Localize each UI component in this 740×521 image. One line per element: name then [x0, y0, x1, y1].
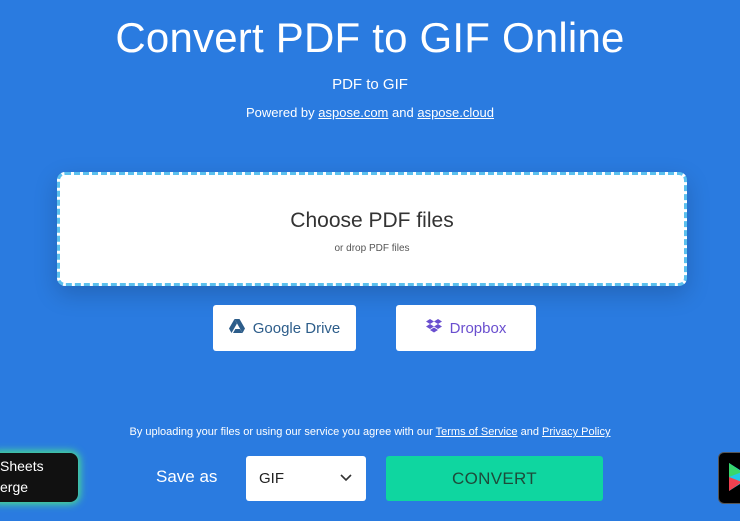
powered-and: and: [392, 105, 414, 120]
convert-button[interactable]: CONVERT: [386, 456, 603, 501]
aspose-cloud-link[interactable]: aspose.cloud: [417, 105, 494, 120]
powered-prefix: Powered by: [246, 105, 315, 120]
promo-badge-left[interactable]: Sheets erge: [0, 453, 78, 502]
dropbox-icon: [425, 319, 442, 337]
terms-of-service-link[interactable]: Terms of Service: [436, 426, 518, 438]
google-drive-label: Google Drive: [252, 319, 341, 337]
terms-notice: By uploading your files or using our ser…: [0, 426, 740, 438]
powered-by: Powered by aspose.com and aspose.cloud: [0, 105, 740, 120]
page-subtitle: PDF to GIF: [332, 76, 408, 93]
google-drive-icon: [228, 319, 245, 337]
output-format-select[interactable]: GIF: [246, 456, 366, 501]
dropbox-button[interactable]: Dropbox: [396, 305, 536, 351]
drop-files-hint: or drop PDF files: [334, 243, 410, 254]
google-drive-button[interactable]: Google Drive: [213, 305, 356, 351]
chevron-down-icon: [340, 469, 352, 489]
page-title: Convert PDF to GIF Online: [115, 14, 625, 61]
promo-line1: Sheets: [0, 458, 44, 474]
terms-prefix: By uploading your files or using our ser…: [129, 426, 433, 438]
aspose-com-link[interactable]: aspose.com: [318, 105, 388, 120]
terms-and: and: [520, 426, 539, 438]
dropbox-label: Dropbox: [449, 319, 507, 337]
privacy-policy-link[interactable]: Privacy Policy: [542, 426, 610, 438]
promo-line2: erge: [0, 479, 29, 495]
file-dropzone[interactable]: Choose PDF files or drop PDF files: [57, 172, 687, 286]
selected-format: GIF: [259, 470, 284, 487]
choose-files-label[interactable]: Choose PDF files: [60, 209, 684, 233]
save-as-label: Save as: [156, 467, 218, 486]
google-play-badge[interactable]: [718, 452, 740, 504]
